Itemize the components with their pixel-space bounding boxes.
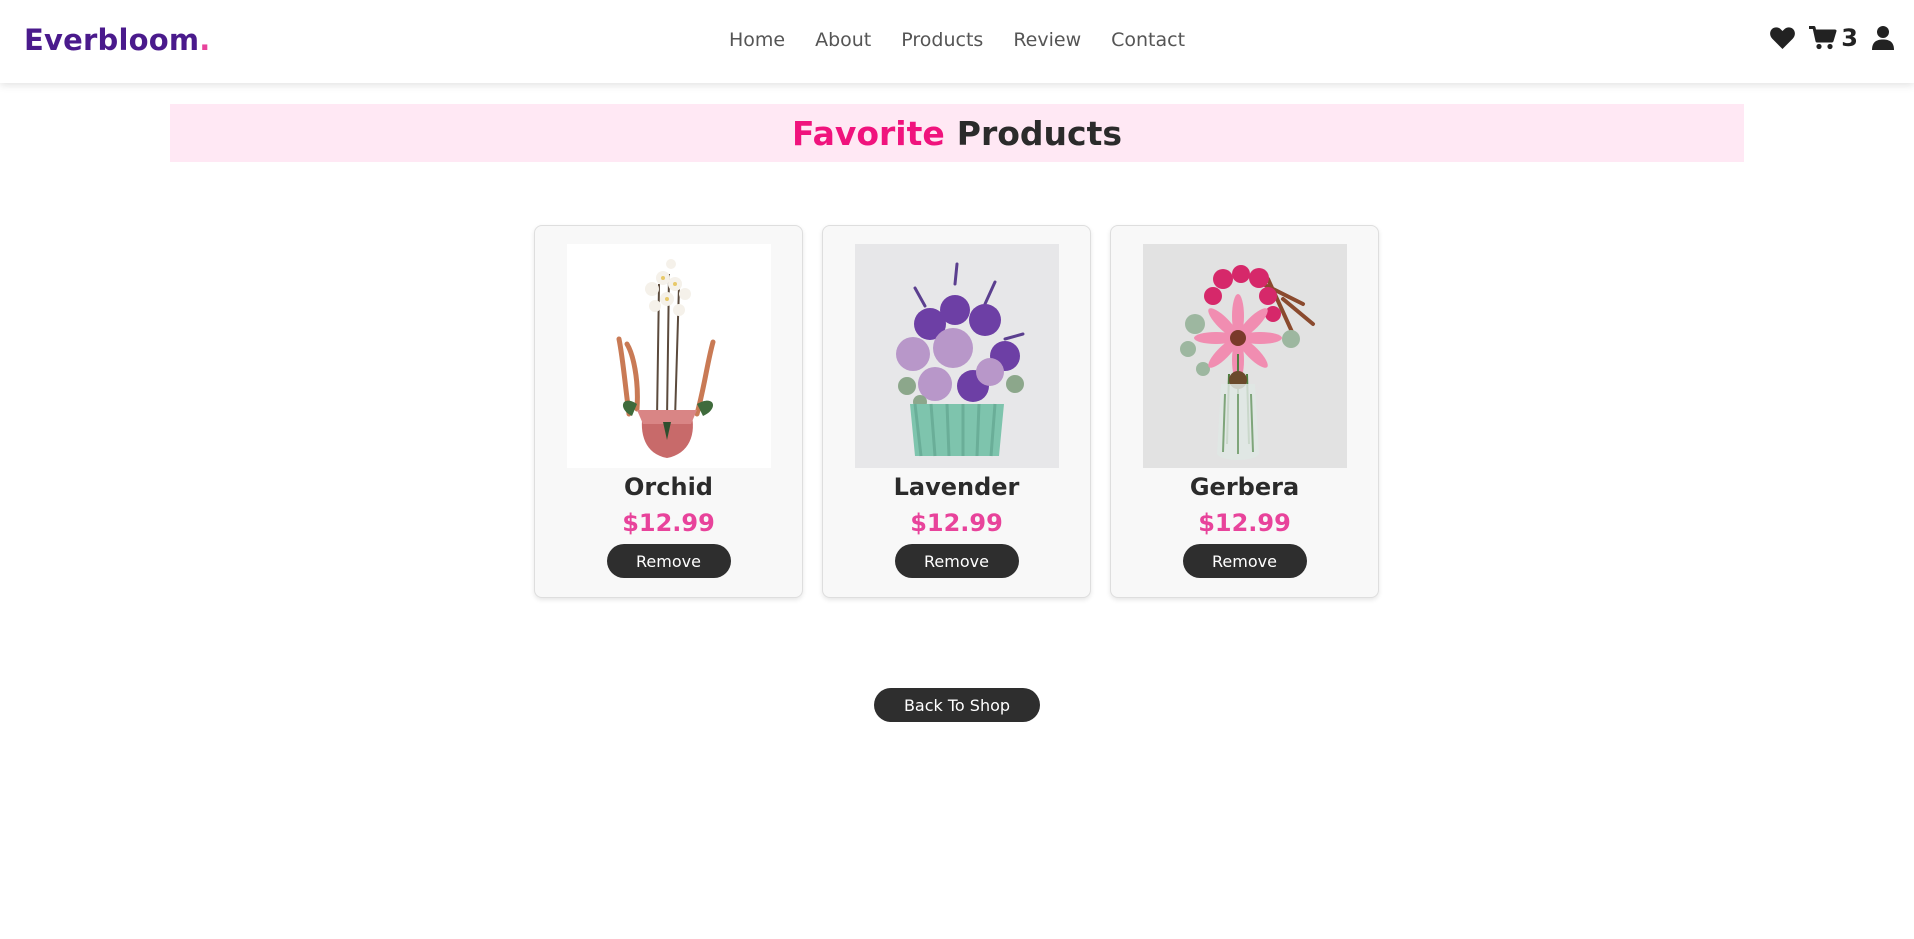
logo-dot: .: [199, 23, 211, 57]
product-image-gerbera: [1142, 244, 1347, 468]
product-price: $12.99: [1198, 509, 1291, 537]
remove-button[interactable]: Remove: [894, 544, 1019, 578]
remove-button[interactable]: Remove: [1182, 544, 1307, 578]
heart-icon[interactable]: [1770, 27, 1796, 49]
cart-button[interactable]: 3: [1809, 24, 1858, 52]
nav-products[interactable]: Products: [901, 29, 983, 51]
cart-count-badge: 3: [1841, 24, 1858, 52]
back-to-shop-button[interactable]: Back To Shop: [874, 688, 1040, 722]
product-image-orchid: [566, 244, 771, 468]
remove-button[interactable]: Remove: [606, 544, 731, 578]
main-nav: Home About Products Review Contact: [0, 29, 1914, 51]
favorites-list: Orchid $12.99 Remove Lavender $12.99 Rem…: [534, 225, 1379, 598]
cart-icon: [1809, 26, 1837, 50]
nav-review[interactable]: Review: [1013, 29, 1081, 51]
product-image-lavender: [854, 244, 1059, 468]
nav-home[interactable]: Home: [729, 29, 785, 51]
page-title-banner: Favorite Products: [170, 104, 1744, 162]
title-highlight: Favorite: [791, 113, 945, 153]
site-header: Everbloom. Home About Products Review Co…: [0, 0, 1914, 83]
title-rest: Products: [956, 113, 1123, 153]
product-name: Lavender: [893, 473, 1020, 501]
brand-logo[interactable]: Everbloom.: [24, 23, 210, 57]
product-price: $12.99: [910, 509, 1003, 537]
product-name: Orchid: [624, 473, 713, 501]
product-price: $12.99: [622, 509, 715, 537]
product-card-orchid: Orchid $12.99 Remove: [534, 225, 803, 598]
product-card-lavender: Lavender $12.99 Remove: [822, 225, 1091, 598]
user-icon[interactable]: [1872, 26, 1894, 50]
product-card-gerbera: Gerbera $12.99 Remove: [1110, 225, 1379, 598]
logo-text: Everbloom: [24, 23, 200, 57]
product-name: Gerbera: [1189, 473, 1300, 501]
nav-contact[interactable]: Contact: [1111, 29, 1185, 51]
nav-about[interactable]: About: [815, 29, 871, 51]
header-icons: 3: [1770, 24, 1894, 52]
